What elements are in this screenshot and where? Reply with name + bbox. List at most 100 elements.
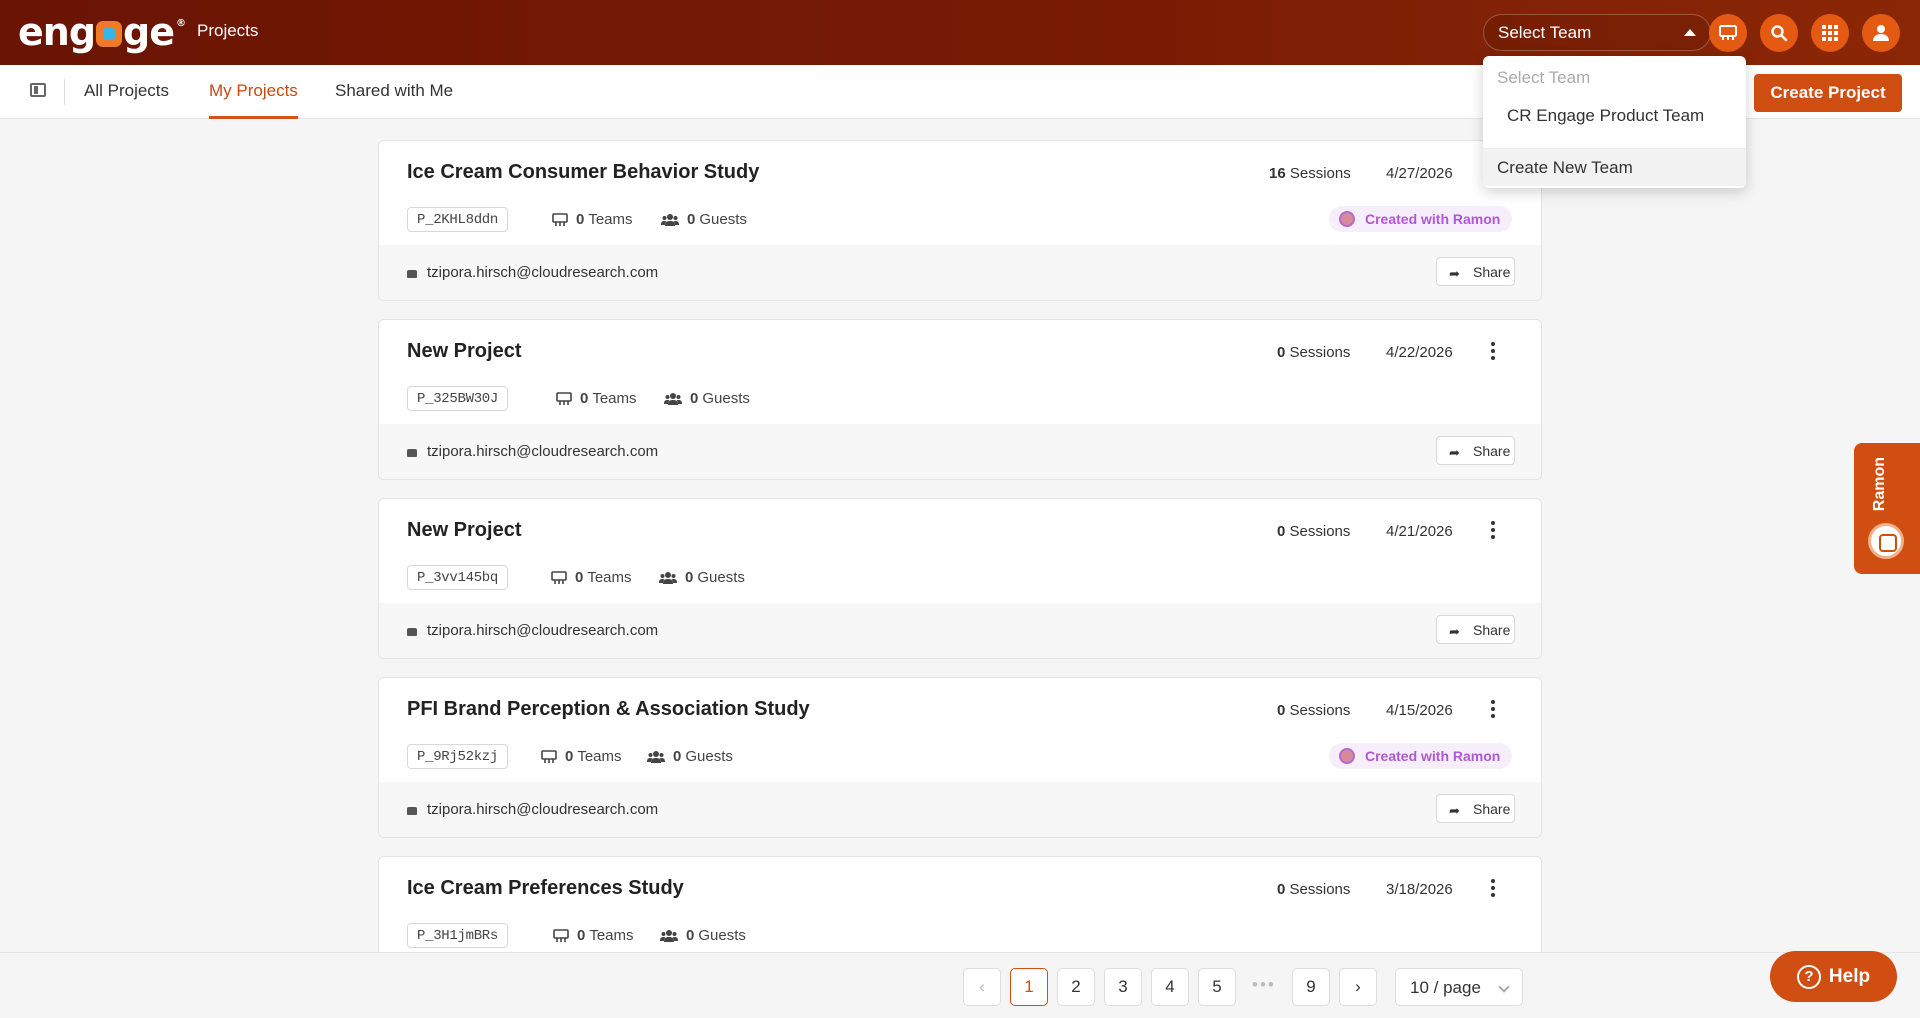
page-size-value: 10 / page bbox=[1410, 978, 1481, 997]
project-title[interactable]: Ice Cream Consumer Behavior Study bbox=[407, 161, 759, 184]
share-button[interactable]: ➦ Share bbox=[1436, 615, 1515, 644]
team-select[interactable]: Select Team bbox=[1483, 14, 1711, 51]
page-size-select[interactable]: 10 / page bbox=[1395, 968, 1523, 1006]
share-icon: ➦ bbox=[1449, 803, 1460, 818]
project-sessions: 0 Sessions bbox=[1277, 702, 1351, 719]
team-select-value: Select Team bbox=[1498, 23, 1592, 42]
project-date: 4/21/2026 bbox=[1386, 523, 1453, 540]
project-sessions: 0 Sessions bbox=[1277, 344, 1351, 361]
dropdown-option-team[interactable]: CR Engage Product Team bbox=[1483, 106, 1746, 126]
pagination-ellipsis[interactable]: ••• bbox=[1252, 975, 1276, 995]
create-project-button[interactable]: Create Project bbox=[1754, 74, 1902, 112]
teams-icon bbox=[553, 928, 569, 942]
apps-button[interactable] bbox=[1811, 14, 1849, 52]
more-options-icon[interactable] bbox=[1491, 521, 1495, 541]
ramon-tab-label: Ramon bbox=[1871, 457, 1888, 512]
project-card[interactable]: PFI Brand Perception & Association Study… bbox=[378, 677, 1542, 838]
project-sessions: 0 Sessions bbox=[1277, 881, 1351, 898]
dropdown-placeholder: Select Team bbox=[1497, 68, 1591, 87]
project-card-footer: tzipora.hirsch@cloudresearch.com ➦ Share bbox=[379, 782, 1541, 837]
teams-icon bbox=[556, 391, 572, 405]
owner-icon bbox=[407, 270, 417, 278]
project-teams: 0 Teams bbox=[552, 211, 633, 228]
project-date: 4/22/2026 bbox=[1386, 344, 1453, 361]
more-options-icon[interactable] bbox=[1491, 700, 1495, 720]
page-3-button[interactable]: 3 bbox=[1104, 968, 1142, 1006]
create-new-team-option[interactable]: Create New Team bbox=[1483, 148, 1746, 186]
project-guests: 0 Guests bbox=[664, 390, 750, 407]
teams-icon bbox=[541, 749, 557, 763]
help-button[interactable]: ? Help bbox=[1770, 951, 1897, 1002]
team-dropdown-menu: Select Team CR Engage Product Team Creat… bbox=[1483, 56, 1746, 188]
teams-button[interactable] bbox=[1709, 14, 1747, 52]
owner-icon bbox=[407, 807, 417, 815]
search-button[interactable] bbox=[1760, 14, 1798, 52]
search-icon bbox=[1771, 25, 1788, 42]
project-owner: tzipora.hirsch@cloudresearch.com bbox=[427, 801, 659, 818]
page-title: Projects bbox=[197, 21, 259, 40]
pagination-bar: ‹ 1 2 3 4 5 ••• 9 › 10 / page bbox=[0, 952, 1920, 1018]
engage-logo[interactable]: eng ge ® bbox=[18, 10, 186, 54]
divider bbox=[64, 79, 65, 105]
project-id: P_325BW30J bbox=[407, 386, 509, 411]
created-with-ramon-badge: Created with Ramon bbox=[1329, 743, 1513, 769]
project-teams: 0 Teams bbox=[541, 748, 622, 765]
project-title[interactable]: New Project bbox=[407, 519, 521, 542]
project-card[interactable]: New Project 0 Sessions 4/21/2026 P_3vv14… bbox=[378, 498, 1542, 659]
project-owner: tzipora.hirsch@cloudresearch.com bbox=[427, 443, 659, 460]
guests-icon bbox=[664, 392, 682, 405]
project-title[interactable]: Ice Cream Preferences Study bbox=[407, 877, 684, 900]
caret-up-icon bbox=[1684, 29, 1696, 36]
project-card[interactable]: New Project 0 Sessions 4/22/2026 P_325BW… bbox=[378, 319, 1542, 480]
owner-icon bbox=[407, 449, 417, 457]
project-date: 4/15/2026 bbox=[1386, 702, 1453, 719]
page-2-button[interactable]: 2 bbox=[1057, 968, 1095, 1006]
project-id: P_3vv145bq bbox=[407, 565, 509, 590]
project-guests: 0 Guests bbox=[660, 927, 746, 944]
project-card-footer: tzipora.hirsch@cloudresearch.com ➦ Share bbox=[379, 245, 1541, 300]
more-options-icon[interactable] bbox=[1491, 342, 1495, 362]
project-teams: 0 Teams bbox=[553, 927, 634, 944]
guests-icon bbox=[661, 213, 679, 226]
page-4-button[interactable]: 4 bbox=[1151, 968, 1189, 1006]
prev-page-button[interactable]: ‹ bbox=[963, 968, 1001, 1006]
teams-icon bbox=[1719, 25, 1737, 40]
sidebar-toggle-icon[interactable] bbox=[30, 83, 46, 97]
tab-my-projects[interactable]: My Projects bbox=[209, 81, 298, 101]
guests-icon bbox=[660, 929, 678, 942]
user-menu-button[interactable] bbox=[1862, 14, 1900, 52]
project-card[interactable]: Ice Cream Consumer Behavior Study 16 Ses… bbox=[378, 140, 1542, 301]
share-icon: ➦ bbox=[1449, 624, 1460, 639]
share-icon: ➦ bbox=[1449, 266, 1460, 281]
project-guests: 0 Guests bbox=[647, 748, 733, 765]
tab-shared-with-me[interactable]: Shared with Me bbox=[335, 81, 453, 101]
project-title[interactable]: PFI Brand Perception & Association Study bbox=[407, 698, 810, 721]
logo-mark-icon bbox=[96, 21, 123, 47]
active-tab-indicator bbox=[209, 116, 298, 119]
share-button[interactable]: ➦ Share bbox=[1436, 436, 1515, 465]
page-9-button[interactable]: 9 bbox=[1292, 968, 1330, 1006]
page-5-button[interactable]: 5 bbox=[1198, 968, 1236, 1006]
project-date: 3/18/2026 bbox=[1386, 881, 1453, 898]
project-card-footer: tzipora.hirsch@cloudresearch.com ➦ Share bbox=[379, 424, 1541, 479]
project-title[interactable]: New Project bbox=[407, 340, 521, 363]
ramon-assistant-tab[interactable]: Ramon bbox=[1854, 443, 1920, 574]
share-button[interactable]: ➦ Share bbox=[1436, 257, 1515, 286]
guests-icon bbox=[659, 571, 677, 584]
project-owner: tzipora.hirsch@cloudresearch.com bbox=[427, 622, 659, 639]
page-1-button[interactable]: 1 bbox=[1010, 968, 1048, 1006]
project-sessions: 16 Sessions bbox=[1269, 165, 1351, 182]
next-page-button[interactable]: › bbox=[1339, 968, 1377, 1006]
ramon-avatar-icon bbox=[1339, 211, 1355, 227]
share-button[interactable]: ➦ Share bbox=[1436, 794, 1515, 823]
project-id: P_3H1jmBRs bbox=[407, 923, 509, 948]
ramon-avatar-icon bbox=[1868, 523, 1904, 559]
more-options-icon[interactable] bbox=[1491, 879, 1495, 899]
guests-icon bbox=[647, 750, 665, 763]
created-with-ramon-badge: Created with Ramon bbox=[1329, 206, 1513, 232]
tab-all-projects[interactable]: All Projects bbox=[84, 81, 169, 101]
project-sessions: 0 Sessions bbox=[1277, 523, 1351, 540]
project-card-footer: tzipora.hirsch@cloudresearch.com ➦ Share bbox=[379, 603, 1541, 658]
project-id: P_9Rj52kzj bbox=[407, 744, 509, 769]
teams-icon bbox=[551, 570, 567, 584]
